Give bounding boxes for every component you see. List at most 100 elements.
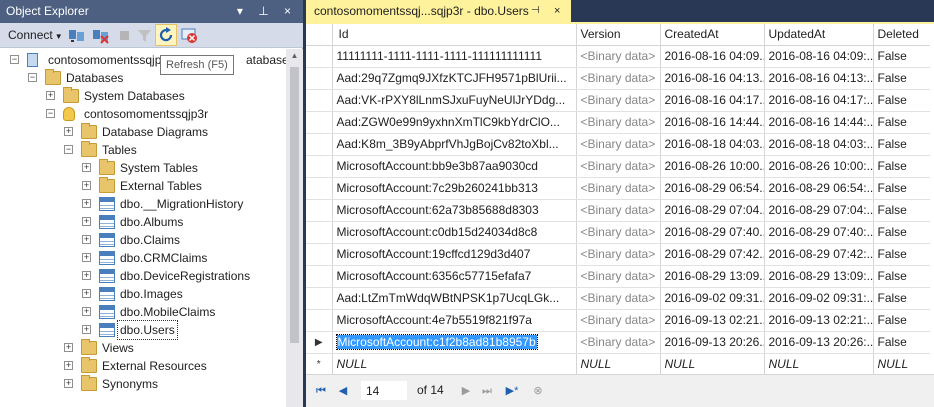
object-explorer-scrollbar[interactable]: ▲: [286, 49, 303, 407]
table-row[interactable]: Aad:K8m_3B9yAbprfVhJgBojCv82toXbl... <Bin…: [306, 133, 931, 156]
grid-cell[interactable]: 2016-09-13 20:26...: [660, 331, 765, 354]
results-grid[interactable]: Id Version CreatedAt UpdatedAt Deleted 11111…: [306, 24, 934, 374]
tree-node[interactable]: + Views: [64, 339, 286, 357]
expand-icon[interactable]: +: [82, 181, 91, 190]
table-row[interactable]: ▶ MicrosoftAccount:c1f2b8ad81b8957b <Binar…: [306, 331, 931, 354]
connect-button[interactable]: Connect ▼: [4, 25, 64, 46]
expand-icon[interactable]: +: [82, 271, 91, 280]
tree-node[interactable]: + External Tables: [82, 177, 286, 195]
grid-cell[interactable]: 2016-08-29 06:54...: [660, 177, 765, 200]
row-header[interactable]: [306, 67, 333, 90]
pin-icon[interactable]: ⊣: [531, 0, 540, 22]
grid-cell[interactable]: Aad:VK-rPXY8lLnmSJxuFuyNeUlJrYDdg...: [332, 89, 577, 112]
expand-icon[interactable]: +: [64, 379, 73, 388]
grid-cell[interactable]: False: [873, 331, 931, 354]
tree-node[interactable]: + dbo.Albums: [82, 213, 286, 231]
grid-cell[interactable]: <Binary data>: [576, 177, 661, 200]
table-row[interactable]: MicrosoftAccount:bb9e3b87aa9030cd <Binary…: [306, 155, 931, 178]
tree-node[interactable]: + dbo.DeviceRegistrations: [82, 267, 286, 285]
panel-window-buttons[interactable]: ▾ ⊥ ×: [237, 0, 297, 23]
grid-cell[interactable]: False: [873, 287, 931, 310]
tree-node[interactable]: − Databases: [28, 69, 286, 87]
refresh-button[interactable]: [155, 24, 177, 46]
grid-cell[interactable]: False: [873, 89, 931, 112]
grid-cell[interactable]: 2016-08-29 07:42:...: [764, 243, 874, 266]
table-row[interactable]: MicrosoftAccount:c0db15d24034d8c8 <Binary…: [306, 221, 931, 244]
table-row[interactable]: Aad:ZGW0e99n9yxhnXmTlC9kbYdrClO... <Binar…: [306, 111, 931, 134]
table-row[interactable]: MicrosoftAccount:4e7b5519f821f97a <Binary…: [306, 309, 931, 332]
grid-cell[interactable]: <Binary data>: [576, 133, 661, 156]
grid-cell[interactable]: 2016-08-29 07:04...: [660, 199, 765, 222]
grid-cell[interactable]: False: [873, 133, 931, 156]
next-page-icon[interactable]: ▶: [459, 384, 473, 398]
tree-node[interactable]: + System Tables: [82, 159, 286, 177]
tree-node[interactable]: + dbo.__MigrationHistory: [82, 195, 286, 213]
grid-cell[interactable]: 2016-08-29 13:09:...: [764, 265, 874, 288]
current-row-indicator-icon[interactable]: ▶: [306, 331, 333, 354]
grid-cell[interactable]: 2016-08-16 04:09:...: [764, 45, 874, 68]
table-row[interactable]: 11111111-1111-1111-1111-111111111111 <Bin…: [306, 45, 931, 68]
collapse-icon[interactable]: −: [28, 73, 37, 82]
stop-navigation-icon[interactable]: ⊗: [531, 384, 545, 398]
column-header-deleted[interactable]: Deleted: [873, 24, 931, 46]
row-header[interactable]: [306, 221, 333, 244]
grid-cell[interactable]: <Binary data>: [576, 155, 661, 178]
tree-node[interactable]: + Synonyms: [64, 375, 286, 393]
grid-cell[interactable]: False: [873, 199, 931, 222]
grid-cell[interactable]: MicrosoftAccount:62a73b85688d8303: [332, 199, 577, 222]
tree-node[interactable]: + dbo.Images: [82, 285, 286, 303]
grid-cell[interactable]: <Binary data>: [576, 199, 661, 222]
grid-cell[interactable]: 2016-08-26 10:00...: [660, 155, 765, 178]
scrollbar-thumb[interactable]: [290, 67, 299, 343]
grid-cell[interactable]: MicrosoftAccount:c1f2b8ad81b8957b: [332, 331, 577, 354]
table-row[interactable]: Aad:LtZmTmWdqWBtNPSK1p7UcqLGk... <Binary …: [306, 287, 931, 310]
row-header[interactable]: [306, 45, 333, 68]
grid-cell[interactable]: False: [873, 155, 931, 178]
row-header[interactable]: [306, 111, 333, 134]
tree-node[interactable]: + External Resources: [64, 357, 286, 375]
grid-cell[interactable]: 2016-08-16 04:17:...: [764, 89, 874, 112]
grid-cell[interactable]: Aad:K8m_3B9yAbprfVhJgBojCv82toXbl...: [332, 133, 577, 156]
tree-node[interactable]: + dbo.CRMClaims: [82, 249, 286, 267]
grid-cell[interactable]: False: [873, 67, 931, 90]
expand-icon[interactable]: +: [46, 91, 55, 100]
row-header[interactable]: [306, 155, 333, 178]
table-row[interactable]: Aad:VK-rPXY8lLnmSJxuFuyNeUlJrYDdg... <Bin…: [306, 89, 931, 112]
row-header[interactable]: [306, 265, 333, 288]
grid-cell[interactable]: 2016-08-16 04:09...: [660, 45, 765, 68]
row-header[interactable]: [306, 199, 333, 222]
grid-cell[interactable]: MicrosoftAccount:4e7b5519f821f97a: [332, 309, 577, 332]
grid-cell[interactable]: 2016-09-02 09:31...: [660, 287, 765, 310]
row-header[interactable]: [306, 243, 333, 266]
close-tab-icon[interactable]: ×: [554, 0, 560, 22]
expand-icon[interactable]: +: [82, 307, 91, 316]
connect-object-explorer-icon[interactable]: [68, 27, 85, 44]
grid-cell[interactable]: 2016-09-13 02:21:...: [764, 309, 874, 332]
collapse-icon[interactable]: −: [46, 109, 55, 118]
expand-icon[interactable]: +: [82, 235, 91, 244]
table-row[interactable]: MicrosoftAccount:19cffcd129d3d407 <Binary…: [306, 243, 931, 266]
tree-node[interactable]: − Tables: [64, 141, 286, 159]
grid-cell[interactable]: 2016-09-02 09:31:...: [764, 287, 874, 310]
grid-cell[interactable]: 2016-08-18 04:03:...: [764, 133, 874, 156]
grid-cell[interactable]: <Binary data>: [576, 111, 661, 134]
grid-cell[interactable]: Aad:ZGW0e99n9yxhnXmTlC9kbYdrClO...: [332, 111, 577, 134]
new-row-indicator-icon[interactable]: *: [306, 353, 333, 374]
row-header-corner[interactable]: [306, 24, 333, 46]
first-page-icon[interactable]: ⏮: [314, 384, 328, 398]
stop-icon[interactable]: [116, 27, 133, 44]
table-row[interactable]: MicrosoftAccount:62a73b85688d8303 <Binary…: [306, 199, 931, 222]
table-row[interactable]: Aad:29q7Zgmq9JXfzKTCJFH9571pBlUrii... <Bi…: [306, 67, 931, 90]
grid-cell[interactable]: False: [873, 111, 931, 134]
expand-icon[interactable]: +: [82, 289, 91, 298]
tree-node[interactable]: + System Databases: [46, 87, 286, 105]
grid-cell[interactable]: False: [873, 243, 931, 266]
grid-cell[interactable]: False: [873, 45, 931, 68]
grid-cell[interactable]: 2016-09-13 02:21...: [660, 309, 765, 332]
grid-cell[interactable]: MicrosoftAccount:c0db15d24034d8c8: [332, 221, 577, 244]
collapse-icon[interactable]: −: [10, 55, 19, 64]
expand-icon[interactable]: +: [64, 361, 73, 370]
grid-cell[interactable]: 2016-08-16 14:44:...: [764, 111, 874, 134]
collapse-icon[interactable]: −: [64, 145, 73, 154]
column-header-id[interactable]: Id: [332, 24, 577, 46]
